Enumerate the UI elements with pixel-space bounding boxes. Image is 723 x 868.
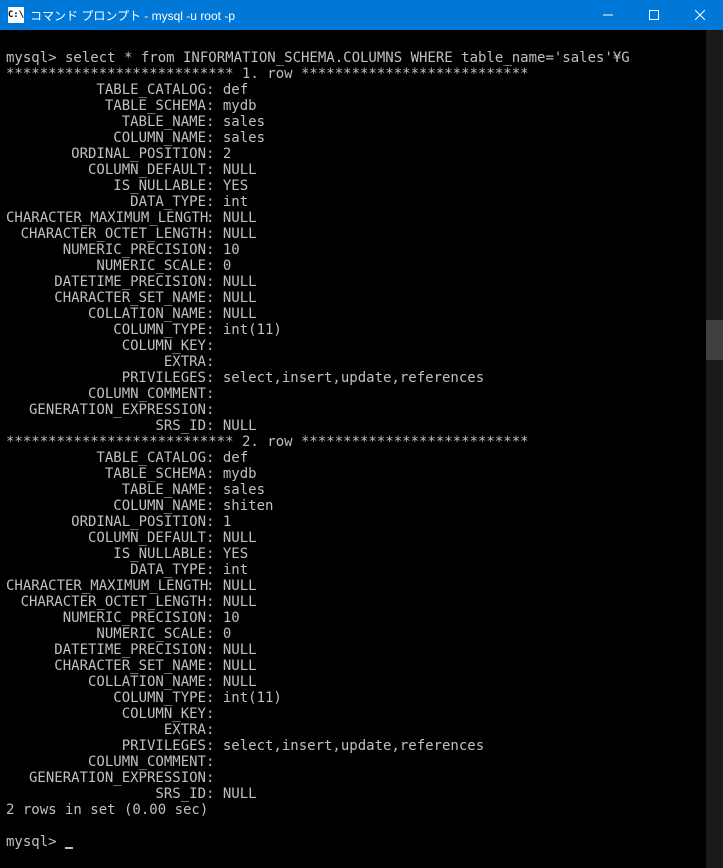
field-line: COLUMN_COMMENT:	[6, 754, 223, 770]
field-line: TABLE_CATALOG: def	[6, 450, 248, 466]
field-line: PRIVILEGES: select,insert,update,referen…	[6, 738, 484, 754]
field-line: CHARACTER_OCTET_LENGTH: NULL	[6, 226, 257, 242]
field-line: EXTRA:	[6, 722, 223, 738]
cursor	[65, 847, 73, 849]
field-line: EXTRA:	[6, 354, 223, 370]
cmd-icon: C:\	[8, 7, 24, 23]
field-line: COLLATION_NAME: NULL	[6, 306, 257, 322]
field-line: IS_NULLABLE: YES	[6, 178, 248, 194]
field-line: COLUMN_NAME: sales	[6, 130, 265, 146]
titlebar-left: C:\ コマンド プロンプト - mysql -u root -p	[8, 7, 235, 24]
scroll-thumb[interactable]	[706, 320, 723, 360]
field-line: CHARACTER_SET_NAME: NULL	[6, 290, 257, 306]
field-line: TABLE_NAME: sales	[6, 114, 265, 130]
field-line: COLUMN_NAME: shiten	[6, 498, 273, 514]
minimize-button[interactable]	[585, 0, 631, 30]
row-separator-2: *************************** 2. row *****…	[6, 434, 717, 450]
field-line: COLUMN_DEFAULT: NULL	[6, 162, 257, 178]
field-line: DATA_TYPE: int	[6, 562, 248, 578]
field-line: TABLE_NAME: sales	[6, 482, 265, 498]
field-line: DATETIME_PRECISION: NULL	[6, 642, 257, 658]
row-separator-1: *************************** 1. row *****…	[6, 66, 717, 82]
titlebar[interactable]: C:\ コマンド プロンプト - mysql -u root -p	[0, 0, 723, 30]
field-line: SRS_ID: NULL	[6, 418, 257, 434]
field-line: TABLE_SCHEMA: mydb	[6, 98, 257, 114]
field-line: PRIVILEGES: select,insert,update,referen…	[6, 370, 484, 386]
maximize-button[interactable]	[631, 0, 677, 30]
window-title: コマンド プロンプト - mysql -u root -p	[30, 7, 235, 24]
field-line: GENERATION_EXPRESSION:	[6, 402, 223, 418]
field-line: NUMERIC_PRECISION: 10	[6, 242, 240, 258]
field-line: SRS_ID: NULL	[6, 786, 257, 802]
field-line: CHARACTER_SET_NAME: NULL	[6, 658, 257, 674]
field-line: NUMERIC_PRECISION: 10	[6, 610, 240, 626]
field-line: COLUMN_TYPE: int(11)	[6, 322, 282, 338]
field-line: GENERATION_EXPRESSION:	[6, 770, 223, 786]
window-controls	[585, 0, 723, 30]
field-line: COLUMN_KEY:	[6, 706, 223, 722]
result-footer: 2 rows in set (0.00 sec)	[6, 802, 208, 818]
field-line: COLUMN_DEFAULT: NULL	[6, 530, 257, 546]
field-line: NUMERIC_SCALE: 0	[6, 258, 231, 274]
field-line: CHARACTER_OCTET_LENGTH: NULL	[6, 594, 257, 610]
sql-query-line: mysql> select * from INFORMATION_SCHEMA.…	[6, 50, 630, 66]
field-line: COLUMN_KEY:	[6, 338, 223, 354]
field-line: ORDINAL_POSITION: 1	[6, 514, 231, 530]
vertical-scrollbar[interactable]	[706, 30, 723, 868]
field-line: NUMERIC_SCALE: 0	[6, 626, 231, 642]
close-button[interactable]	[677, 0, 723, 30]
mysql-prompt: mysql>	[6, 834, 65, 850]
field-line: CHARACTER_MAXIMUM_LENGTH: NULL	[6, 578, 257, 594]
field-line: ORDINAL_POSITION: 2	[6, 146, 231, 162]
field-line: TABLE_CATALOG: def	[6, 82, 248, 98]
field-line: TABLE_SCHEMA: mydb	[6, 466, 257, 482]
field-line: COLUMN_TYPE: int(11)	[6, 690, 282, 706]
field-line: COLUMN_COMMENT:	[6, 386, 223, 402]
field-line: DATETIME_PRECISION: NULL	[6, 274, 257, 290]
field-line: DATA_TYPE: int	[6, 194, 248, 210]
field-line: IS_NULLABLE: YES	[6, 546, 248, 562]
terminal-output[interactable]: mysql> select * from INFORMATION_SCHEMA.…	[0, 30, 723, 868]
field-line: COLLATION_NAME: NULL	[6, 674, 257, 690]
command-prompt-window: C:\ コマンド プロンプト - mysql -u root -p mysql>…	[0, 0, 723, 868]
field-line: CHARACTER_MAXIMUM_LENGTH: NULL	[6, 210, 257, 226]
